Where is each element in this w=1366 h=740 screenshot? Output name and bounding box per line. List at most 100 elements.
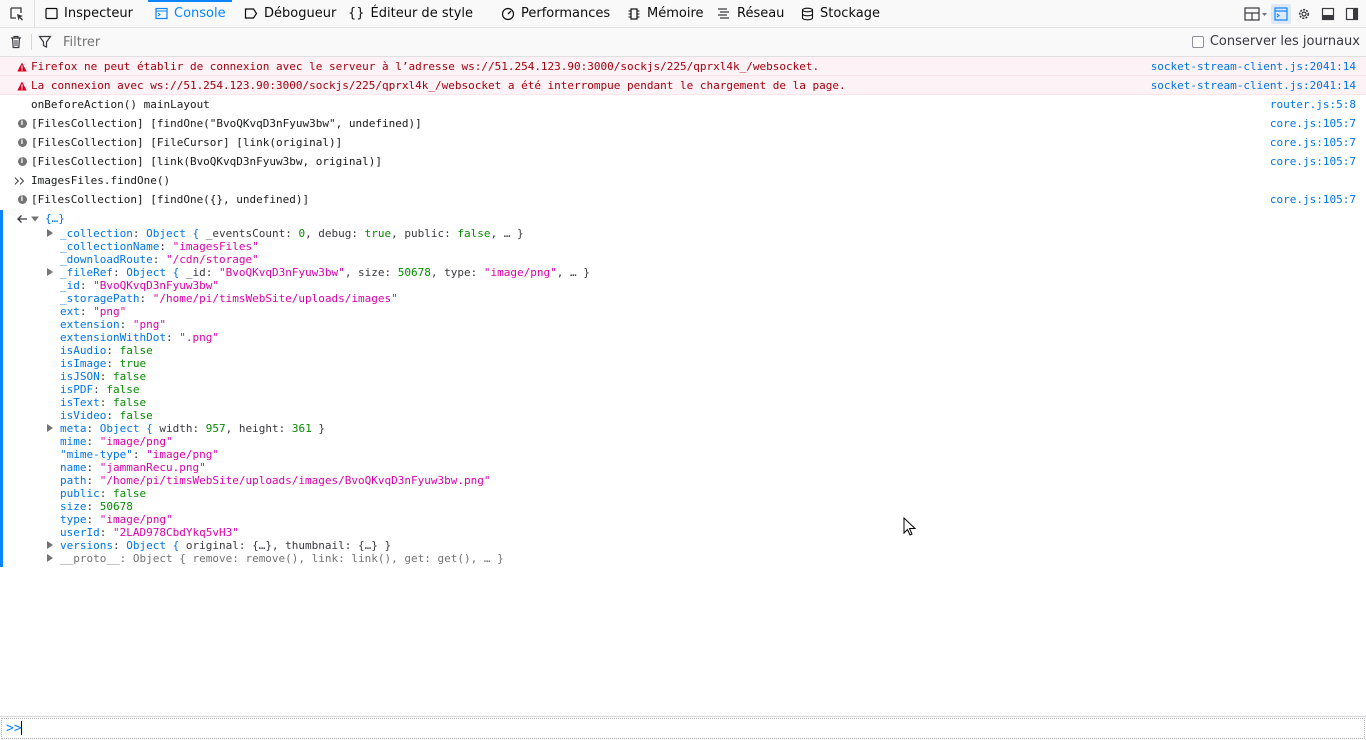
message-source-link[interactable]: core.js:105:7 bbox=[1270, 190, 1356, 209]
split-console-icon bbox=[1274, 7, 1288, 21]
property-token: "imagesFiles" bbox=[172, 240, 259, 253]
result-header[interactable]: {…} bbox=[45, 212, 65, 225]
tab-inspector[interactable]: Inspecteur bbox=[44, 0, 133, 27]
property-token: "/home/pi/timsWebSite/uploads/images/Bvo… bbox=[99, 474, 491, 487]
message-text: [FilesCollection] [FileCursor] [link(ori… bbox=[31, 136, 343, 149]
object-property: isText: false bbox=[60, 396, 146, 409]
persist-logs-label: Conserver les journaux bbox=[1209, 34, 1360, 49]
tab-memory[interactable]: Mémoire bbox=[627, 0, 704, 27]
tab-label: Réseau bbox=[737, 6, 785, 21]
inspector-icon bbox=[44, 7, 58, 21]
object-property[interactable]: _collection: Object { _eventsCount: 0, d… bbox=[60, 227, 524, 240]
tab-performance[interactable]: Performances bbox=[501, 0, 610, 27]
element-picker-icon bbox=[10, 6, 23, 20]
property-token: false bbox=[119, 344, 153, 357]
checkbox-box[interactable] bbox=[1191, 35, 1204, 48]
tab-network[interactable]: Réseau bbox=[717, 0, 784, 27]
property-token: extension bbox=[60, 318, 120, 331]
tab-label: Mémoire bbox=[647, 6, 704, 21]
property-token: : bbox=[99, 487, 113, 500]
property-token: isImage bbox=[60, 357, 107, 370]
property-token: , … } bbox=[490, 227, 524, 240]
property-token: Object { bbox=[99, 422, 160, 435]
property-token: ext bbox=[60, 305, 80, 318]
console-input[interactable]: >> bbox=[0, 716, 1366, 740]
property-token: mime bbox=[60, 435, 87, 448]
message-source-link[interactable]: core.js:105:7 bbox=[1270, 114, 1356, 133]
object-property: size: 50678 bbox=[60, 500, 133, 513]
tab-label: Éditeur de style bbox=[370, 6, 473, 21]
message-source-link[interactable]: router.js:5:8 bbox=[1270, 95, 1356, 114]
dock-bottom-icon bbox=[1321, 7, 1335, 21]
property-token: : bbox=[99, 370, 113, 383]
property-token: isPDF bbox=[60, 383, 94, 396]
property-token: "jammanRecu.png" bbox=[99, 461, 206, 474]
collapsed-twisty-icon[interactable] bbox=[47, 268, 53, 276]
network-icon bbox=[717, 7, 731, 21]
collapsed-twisty-icon[interactable] bbox=[47, 424, 53, 432]
settings-button[interactable] bbox=[1294, 4, 1314, 24]
message-text: [FilesCollection] [findOne({}, undefined… bbox=[31, 193, 310, 206]
object-property[interactable]: versions: Object { original: {…}, thumbn… bbox=[60, 539, 391, 552]
object-property: ext: "png" bbox=[60, 305, 126, 318]
gear-icon bbox=[1298, 8, 1310, 20]
property-token: : bbox=[99, 526, 113, 539]
dock-side-button[interactable] bbox=[1342, 4, 1362, 24]
property-token: userId bbox=[60, 526, 100, 539]
debugger-icon bbox=[244, 7, 258, 21]
object-property: isAudio: false bbox=[60, 344, 153, 357]
split-console-menu-button[interactable] bbox=[1243, 4, 1269, 24]
message-source-link[interactable]: socket-stream-client.js:2041:14 bbox=[1151, 76, 1356, 95]
property-token: "BvoQKvqD3nFyuw3bw" bbox=[93, 279, 219, 292]
property-token: _id bbox=[60, 279, 80, 292]
property-token: } bbox=[311, 422, 325, 435]
message-source-link[interactable]: socket-stream-client.js:2041:14 bbox=[1151, 57, 1356, 76]
object-property[interactable]: __proto__: Object { remove: remove(), li… bbox=[60, 552, 504, 565]
collapsed-twisty-icon[interactable] bbox=[47, 229, 53, 237]
tab-label: Débogueur bbox=[264, 6, 337, 21]
message-text: [FilesCollection] [findOne("BvoQKvqD3nFy… bbox=[31, 117, 422, 130]
property-token: type bbox=[60, 513, 87, 526]
property-token: Object { remove: remove(), link: link(),… bbox=[132, 552, 504, 565]
property-token: Object { bbox=[146, 227, 206, 240]
tab-console[interactable]: Console bbox=[148, 0, 232, 27]
tab-debugger[interactable]: Débogueur bbox=[244, 0, 336, 27]
property-token: isAudio bbox=[60, 344, 107, 357]
tab-style-editor[interactable]: {} Éditeur de style bbox=[348, 0, 473, 27]
object-property[interactable]: meta: Object { width: 957, height: 361 } bbox=[60, 422, 325, 435]
element-picker-button[interactable] bbox=[0, 0, 35, 27]
console-message-command: ImagesFiles.findOne() bbox=[0, 171, 1366, 190]
property-token: : bbox=[119, 318, 133, 331]
expanded-twisty-icon[interactable] bbox=[31, 215, 39, 223]
tab-storage[interactable]: Stockage bbox=[800, 0, 880, 27]
property-token: name bbox=[60, 461, 87, 474]
property-token: _id: bbox=[185, 266, 219, 279]
property-token: __proto__ bbox=[60, 552, 120, 565]
property-token: , debug: bbox=[305, 227, 365, 240]
dock-bottom-button[interactable] bbox=[1318, 4, 1338, 24]
object-property[interactable]: _fileRef: Object { _id: "BvoQKvqD3nFyuw3… bbox=[60, 266, 590, 279]
property-token: false bbox=[113, 370, 147, 383]
collapsed-twisty-icon[interactable] bbox=[47, 541, 53, 549]
message-source-link[interactable]: core.js:105:7 bbox=[1270, 133, 1356, 152]
tab-label: Console bbox=[174, 6, 226, 21]
object-property: type: "image/png" bbox=[60, 513, 173, 526]
trash-icon[interactable] bbox=[8, 34, 24, 50]
message-text: [FilesCollection] [link(BvoQKvqD3nFyuw3b… bbox=[31, 155, 382, 168]
object-property: _downloadRoute: "/cdn/storage" bbox=[60, 253, 259, 266]
persist-logs-checkbox[interactable]: Conserver les journaux bbox=[1191, 34, 1360, 49]
collapsed-twisty-icon[interactable] bbox=[47, 554, 53, 562]
property-token: extensionWithDot bbox=[60, 331, 166, 344]
property-token: "BvoQKvqD3nFyuw3bw" bbox=[218, 266, 345, 279]
console-message-info: i [FilesCollection] [findOne("BvoQKvqD3nF… bbox=[0, 114, 1366, 133]
message-source-link[interactable]: core.js:105:7 bbox=[1270, 152, 1356, 171]
filter-input[interactable] bbox=[57, 31, 1069, 53]
property-token: : bbox=[93, 383, 107, 396]
split-console-button[interactable] bbox=[1271, 4, 1291, 24]
property-token: , … } bbox=[556, 266, 590, 279]
property-token: : bbox=[112, 539, 127, 552]
memory-icon bbox=[627, 7, 641, 21]
object-inspector-result: {…} _collection: Object { _eventsCount: … bbox=[0, 210, 1366, 567]
property-token: 361 bbox=[291, 422, 312, 435]
property-token: : bbox=[79, 305, 94, 318]
